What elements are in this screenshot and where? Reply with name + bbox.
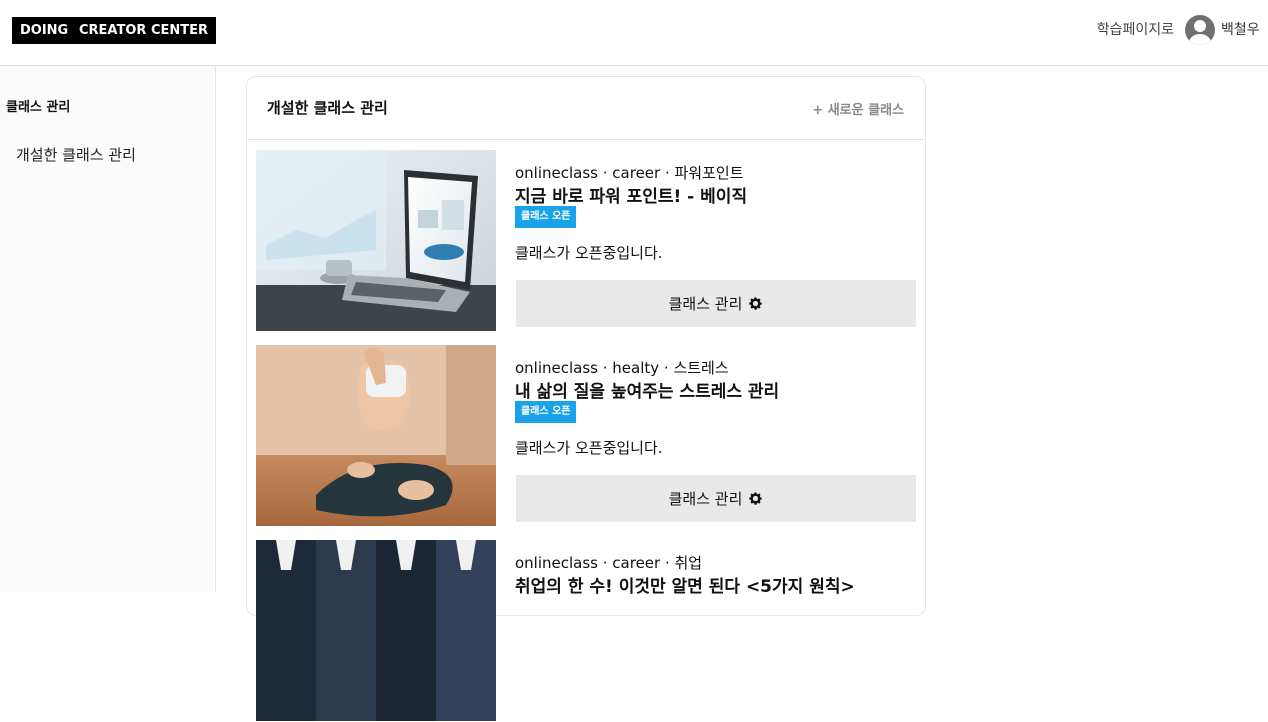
class-category: onlineclass · healty · 스트레스 xyxy=(515,359,729,377)
class-thumbnail[interactable] xyxy=(256,150,496,331)
learning-page-link[interactable]: 학습페이지로 xyxy=(1097,21,1174,39)
manage-class-button[interactable]: 클래스 관리 xyxy=(516,280,916,327)
interview-photo xyxy=(256,540,496,721)
class-title[interactable]: 지금 바로 파워 포인트! - 베이직 xyxy=(515,182,747,207)
class-category: onlineclass · career · 취업 xyxy=(515,554,703,572)
class-status: 클래스가 오픈중입니다. xyxy=(515,244,663,262)
gear-icon xyxy=(749,297,763,310)
class-thumbnail[interactable] xyxy=(256,345,496,526)
page-title: 개설한 클래스 관리 xyxy=(267,99,388,117)
sidebar: 클래스 관리 개설한 클래스 관리 xyxy=(0,66,216,592)
yoga-photo xyxy=(256,345,496,526)
class-card: onlineclass · career · 취업 취업의 한 수! 이것만 알… xyxy=(256,540,918,722)
status-badge: 클래스 오픈 xyxy=(515,206,577,228)
class-card: onlineclass · healty · 스트레스 내 삶의 질을 높여주는… xyxy=(256,345,918,527)
doing-logo[interactable]: DOING xyxy=(12,17,77,44)
sidebar-section-title: 클래스 관리 xyxy=(6,100,71,115)
status-badge: 클래스 오픈 xyxy=(515,401,577,423)
manage-class-label: 클래스 관리 xyxy=(668,490,743,508)
manage-class-button[interactable]: 클래스 관리 xyxy=(516,475,916,522)
user-avatar-icon[interactable] xyxy=(1185,15,1215,45)
class-title[interactable]: 취업의 한 수! 이것만 알면 된다 <5가지 원칙> xyxy=(515,572,855,597)
avatar-head xyxy=(1194,20,1206,32)
panel-header: 개설한 클래스 관리 + 새로운 클래스 xyxy=(247,77,925,140)
top-bar: DOING CREATOR CENTER 학습페이지로 백철우 xyxy=(0,0,1268,66)
sidebar-item-created-classes[interactable]: 개설한 클래스 관리 xyxy=(16,144,136,165)
class-card: onlineclass · career · 파워포인트 지금 바로 파워 포인… xyxy=(256,150,918,332)
class-title[interactable]: 내 삶의 질을 높여주는 스트레스 관리 xyxy=(515,377,779,402)
class-category: onlineclass · career · 파워포인트 xyxy=(515,164,744,182)
new-class-button[interactable]: + 새로운 클래스 xyxy=(812,99,904,118)
laptop-photo xyxy=(256,150,496,331)
username[interactable]: 백철우 xyxy=(1221,21,1260,39)
class-status: 클래스가 오픈중입니다. xyxy=(515,439,663,457)
class-thumbnail[interactable] xyxy=(256,540,496,721)
manage-class-label: 클래스 관리 xyxy=(668,295,743,313)
avatar-body xyxy=(1189,34,1211,45)
creator-center-logo[interactable]: CREATOR CENTER xyxy=(71,17,216,44)
gear-icon xyxy=(749,492,763,505)
class-management-panel: 개설한 클래스 관리 + 새로운 클래스 onlineclass · caree… xyxy=(246,76,926,721)
